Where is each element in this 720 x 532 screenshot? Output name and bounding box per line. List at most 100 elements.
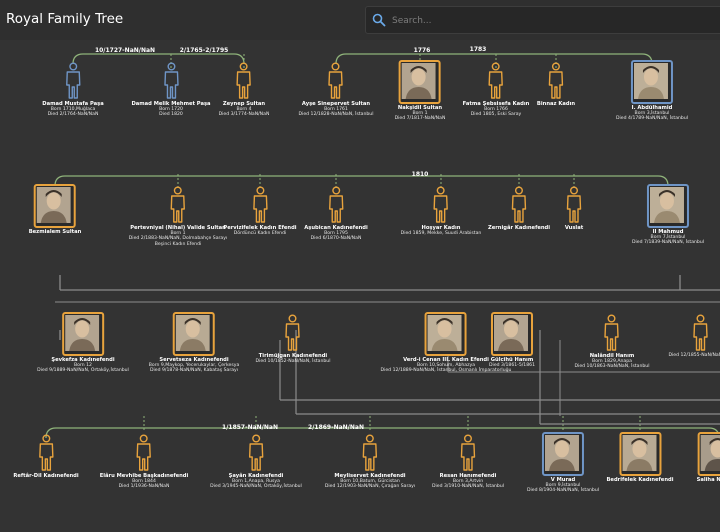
person-detail: Died 1820 [159, 112, 183, 118]
app-title: Royal Family Tree [6, 11, 124, 27]
union-date-label: 1810 [411, 171, 429, 178]
person-detail: Died 3/1861-5/1861 [489, 363, 535, 368]
person-node[interactable]: Binnaz Kadın [537, 62, 575, 107]
person-node[interactable]: Damad Mustafa Paşa Born 1710,Muğlaca Died … [42, 62, 104, 118]
person-detail: Died 2/1764-NaN/NaN [47, 112, 99, 118]
person-detail: Died 9/1889-NaN/NaN, Ortaköy,İstanbul [37, 368, 129, 374]
person-node[interactable]: Şevkefza Kadınefendi Born 12 Died 9/1889-N… [37, 312, 129, 374]
person-node[interactable]: Pervizifelek Kadın Efendi Dördüncü Kadın … [223, 186, 297, 236]
person-node[interactable]: Fatma Şebsisefa Kadın Born 1766 Died 1805,… [463, 62, 530, 118]
person-detail: Died 12/1828-NaN/NaN, İstanbul [298, 112, 374, 118]
person-detail: Died 12/1903-NaN/NaN, Çırağan Sarayı [324, 484, 416, 490]
person-name: Vuslat [564, 225, 584, 231]
portrait-photo [173, 312, 215, 356]
person-node[interactable]: Meyliservet Kadınefendi Born 10,Batum, Gü… [325, 434, 415, 490]
male-person-icon [131, 62, 210, 100]
person-node[interactable]: Bezmialem Sultan [28, 184, 82, 235]
female-person-icon [129, 186, 227, 224]
female-person-icon [325, 434, 415, 472]
female-person-icon [537, 62, 575, 100]
person-name: Bezmialem Sultan [28, 229, 82, 235]
person-name: Saliha Naciye E [696, 477, 720, 483]
female-person-icon [564, 186, 584, 224]
person-detail: Died 3/1945-NaN/NaN, Ortaköy,İstanbul [210, 484, 302, 490]
portrait-photo [698, 432, 720, 476]
union-date-label: 2/1869-NaN/NaN [308, 424, 364, 431]
portrait-photo [398, 60, 441, 104]
union-date-label: 1776 [413, 47, 431, 54]
portrait-photo [631, 60, 673, 104]
person-detail: Dördüncü Kadın Efendi [233, 231, 287, 236]
person-node[interactable]: Died 12/1855-NaN/NaN, İsk [668, 314, 720, 358]
female-person-icon [401, 186, 482, 224]
person-node[interactable]: Elâru Mevhibe Başkadınefendi Born 1844 Die… [100, 434, 189, 490]
female-person-icon [488, 186, 550, 224]
person-node[interactable]: Gülcihü Hanım Died 3/1861-5/1861 [489, 312, 535, 368]
female-person-icon [575, 314, 650, 352]
person-node[interactable]: II Mahmud Born 7,İstanbul Died 7/1839-NaN/… [632, 184, 704, 246]
person-detail: Died 3/1910-NaN/NaN, İstanbul [431, 484, 505, 490]
portrait-photo [647, 184, 689, 228]
male-person-icon [42, 62, 103, 100]
female-person-icon [210, 434, 302, 472]
person-detail: Died 10/1852-NaN/NaN, İstanbul [255, 359, 331, 364]
person-node[interactable]: Bedrifelek Kadınefendi [606, 432, 674, 483]
person-name: Binnaz Kadın [536, 101, 576, 107]
person-node[interactable]: Pertevniyal (Nihal) Valide Sultan Born 1D… [129, 186, 227, 247]
person-detail: Died 10/1863-NaN/NaN, İstanbul [574, 364, 650, 370]
person-node[interactable]: Servetseza Kadınefendi Born 9,Maykop, Yec… [149, 312, 239, 374]
portrait-photo [618, 432, 661, 476]
union-date-label: 1783 [469, 46, 487, 53]
person-node[interactable]: Tirimüjgan Kadınefendi Died 10/1852-NaN/N… [255, 314, 331, 364]
person-detail: Died 8/1904-NaN/NaN, İstanbul [526, 488, 600, 494]
person-node[interactable]: Zeynep Sultan Born 4 Died 3/1774-NaN/NaN [218, 62, 270, 118]
union-date-label: 2/1765-2/1795 [179, 47, 229, 54]
person-node[interactable]: I. Abdülhamid Born 3,İstanbul Died 4/1789-… [616, 60, 688, 122]
person-node[interactable]: Şayân Kadınefendi Born 1,Anapa, Rusya Died… [210, 434, 302, 490]
female-person-icon [13, 434, 78, 472]
female-person-icon [100, 434, 189, 472]
female-person-icon [256, 314, 331, 352]
search-input[interactable] [390, 10, 694, 32]
female-person-icon [304, 186, 368, 224]
portrait-photo [542, 432, 584, 476]
female-person-icon [219, 62, 270, 100]
person-node[interactable]: Ayşe Sinepervet Sultan Born 1761 Died 12/1… [298, 62, 374, 118]
person-node[interactable]: Hoşyar Kadın Died 1859, Mekke, Suudi Arab… [400, 186, 482, 236]
female-person-icon [223, 186, 296, 224]
person-node[interactable]: Vuslat [564, 186, 584, 231]
person-detail: Died 1/1936-NaN/NaN [118, 484, 170, 490]
person-node[interactable]: Nalândil Hanım Born 1829,Anapa Died 10/186… [574, 314, 650, 370]
portrait-photo [425, 312, 467, 356]
search-box[interactable] [365, 6, 720, 34]
person-detail: Died 12/1889-NaN/NaN, İstanbul, Osmanlı … [380, 368, 512, 374]
person-node[interactable]: Aşubican Kadınefendi Born 1795 Died 6/1870… [304, 186, 368, 242]
person-detail: Died 7/1817-NaN/NaN [394, 116, 446, 122]
person-node[interactable]: Zernigâr Kadınefendi [488, 186, 550, 231]
person-name: Reftâr-Dil Kadınefendi [13, 473, 79, 479]
union-date-label: 10/1727-NaN/NaN [94, 47, 156, 54]
person-node[interactable]: Resan Hanımefendi Born 3,Artvin Died 3/191… [432, 434, 504, 490]
person-detail: Died 9/1878-NaN/NaN, Kabataş Sarayı [149, 368, 239, 374]
union-date-label: 1/1857-NaN/NaN [222, 424, 278, 431]
person-node[interactable]: Reftâr-Dil Kadınefendi [13, 434, 79, 479]
person-node[interactable]: Damad Melik Mehmet Paşa Born 1720 Died 182… [131, 62, 211, 118]
person-detail: Died 1805, Eski Saray [470, 112, 522, 118]
person-node[interactable]: V Murad Born 9,İstanbul Died 8/1904-NaN/Na… [527, 432, 599, 494]
person-node[interactable]: Saliha Naciye E [697, 432, 720, 483]
person-detail: Died 1859, Mekke, Suudi Arabistan [400, 231, 482, 236]
family-tree-canvas[interactable]: 10/1727-NaN/NaN 2/1765-2/1795 1776 1783 1810… [0, 40, 720, 532]
female-person-icon [432, 434, 504, 472]
marriage-line [54, 175, 669, 187]
person-detail: Died 4/1789-NaN/NaN, İstanbul [615, 116, 689, 122]
top-bar: Royal Family Tree [0, 0, 720, 40]
person-node[interactable]: Nakşidil Sultan Born 1 Died 7/1817-NaN/NaN [394, 60, 446, 122]
person-detail: Died 6/1870-NaN/NaN [310, 236, 362, 242]
person-detail: Died 3/1774-NaN/NaN [218, 112, 270, 118]
portrait-photo [491, 312, 533, 356]
portrait-photo [61, 312, 104, 356]
person-detail: Died 12/1855-NaN/NaN, İsk [668, 353, 720, 358]
female-person-icon [463, 62, 530, 100]
portrait-photo [33, 184, 76, 228]
female-person-icon [299, 62, 374, 100]
